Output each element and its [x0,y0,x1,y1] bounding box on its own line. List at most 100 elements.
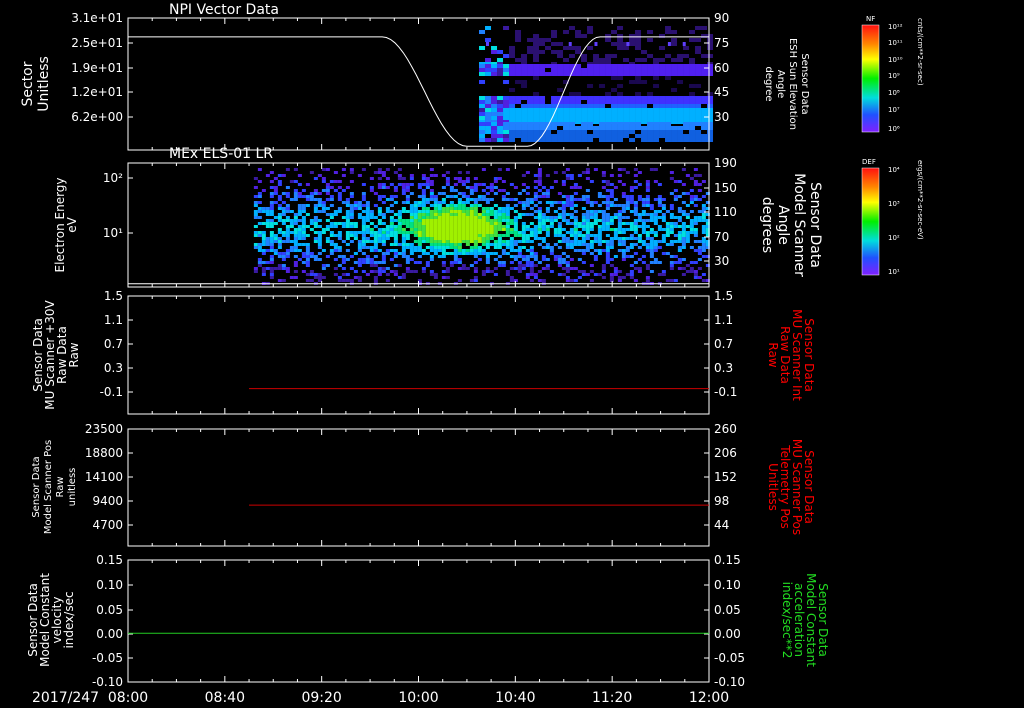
heat-cell [585,171,590,174]
heat-cell [617,134,624,138]
heat-cell [581,216,586,219]
heat-cell [525,276,530,279]
heat-cell [587,108,594,112]
heat-cell [353,270,358,273]
heat-cell [389,228,394,231]
heat-cell [313,231,318,234]
heat-cell [425,252,430,255]
heat-cell [285,270,290,273]
heat-cell [509,246,514,249]
heat-cell [575,112,582,116]
heat-cell [397,252,402,255]
heat-cell [605,100,612,104]
heat-cell [309,195,314,198]
heat-cell [349,216,354,219]
heat-cell [409,183,414,186]
heat-cell [677,249,682,252]
heat-cell [489,270,494,273]
heat-cell [289,210,294,213]
heat-cell [645,249,650,252]
heat-cell [669,192,674,195]
heat-cell [509,237,514,240]
heat-cell [453,183,458,186]
heat-cell [693,270,698,273]
heat-cell [695,50,702,54]
heat-cell [611,88,618,92]
heat-cell [695,96,702,100]
heat-cell [461,183,466,186]
heat-cell [473,222,478,225]
heat-cell [563,116,570,120]
heat-cell [549,216,554,219]
heat-cell [557,273,562,276]
heat-cell [461,219,466,222]
heat-cell [289,240,294,243]
heat-cell [635,126,642,130]
heat-cell [665,122,672,126]
heat-cell [689,210,694,213]
heat-cell [257,246,262,249]
heat-cell [497,222,502,225]
heat-cell [605,54,612,58]
heat-cell [633,222,638,225]
colorbar-def-name: DEF [862,158,876,166]
heat-cell [513,225,518,228]
heat-cell [701,96,708,100]
heat-cell [445,276,450,279]
heat-cell [633,243,638,246]
heat-cell [265,240,270,243]
heat-cell [341,240,346,243]
heat-cell [645,219,650,222]
heat-cell [317,198,322,201]
heat-cell [277,255,282,258]
heat-cell [593,216,598,219]
heat-cell [441,276,446,279]
heat-cell [611,130,618,134]
heat-cell [621,243,626,246]
heat-cell [545,104,552,108]
heat-cell [337,276,342,279]
heat-cell [413,216,418,219]
heat-cell [561,228,566,231]
heat-cell [541,228,546,231]
heat-cell [449,189,454,192]
heat-cell [401,201,406,204]
heat-cell [257,168,262,171]
heat-cell [393,249,398,252]
heat-cell [671,108,678,112]
heat-cell [671,42,678,46]
heat-cell [673,198,678,201]
heat-cell [381,243,386,246]
heat-cell [625,255,630,258]
heat-cell [325,189,330,192]
heat-cell [611,138,618,142]
heat-cell [457,192,462,195]
time-axis-label: 12:00 [689,690,729,706]
heat-cell [549,222,554,225]
heat-cell [617,112,624,116]
heat-cell [677,261,682,264]
heat-cell [515,58,522,62]
heat-cell [665,72,672,76]
time-axis-date: 2017/247 [32,690,99,706]
heat-cell [533,64,540,68]
heat-cell [689,270,694,273]
heat-cell [337,249,342,252]
heat-cell [533,112,540,116]
heat-cell [393,171,398,174]
heat-cell [677,104,684,108]
heat-cell [581,112,588,116]
heat-cell [677,80,684,84]
heat-cell [441,249,446,252]
heat-cell [611,108,618,112]
heat-cell [469,225,474,228]
heat-cell [313,258,318,261]
heat-cell [393,273,398,276]
heat-cell [357,246,362,249]
heat-cell [305,261,310,264]
heat-cell [345,198,350,201]
heat-cell [441,231,446,234]
heat-cell [503,64,510,68]
heat-cell [425,210,430,213]
heat-cell [593,130,600,134]
